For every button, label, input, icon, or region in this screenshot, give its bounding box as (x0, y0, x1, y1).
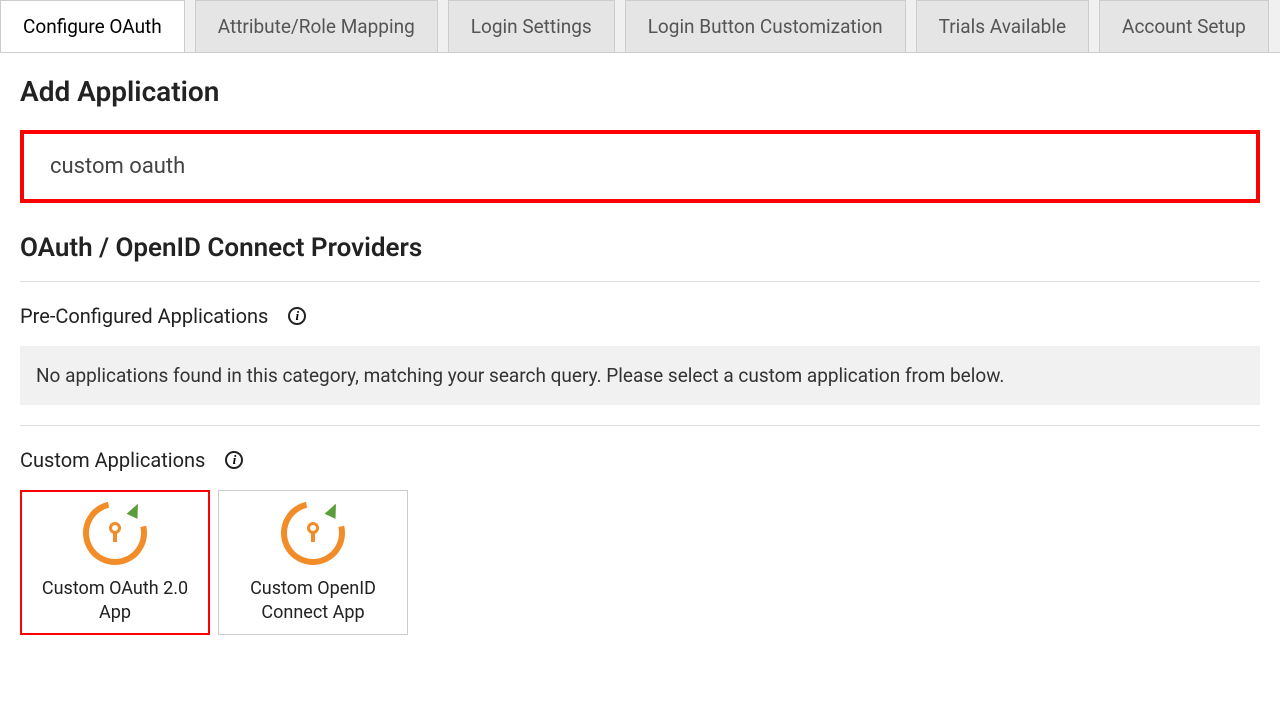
empty-message: No applications found in this category, … (20, 346, 1260, 405)
custom-apps-grid: Custom OAuth 2.0 App Custom OpenID Conne… (20, 490, 1260, 635)
tab-login-button-customization[interactable]: Login Button Customization (625, 0, 906, 52)
providers-heading: OAuth / OpenID Connect Providers (20, 233, 1260, 263)
tab-attribute-role-mapping[interactable]: Attribute/Role Mapping (195, 0, 438, 52)
tab-trials-available[interactable]: Trials Available (916, 0, 1089, 52)
oauth-icon (83, 501, 147, 565)
tab-login-settings[interactable]: Login Settings (448, 0, 615, 52)
tab-account-setup[interactable]: Account Setup (1099, 0, 1269, 52)
content-area: Add Application OAuth / OpenID Connect P… (0, 53, 1280, 657)
preconfigured-heading: Pre-Configured Applications (20, 304, 268, 328)
info-icon[interactable]: i (225, 451, 243, 469)
custom-section-header: Custom Applications i (20, 448, 1260, 472)
page-title: Add Application (20, 75, 1260, 108)
tabs-nav: Configure OAuth Attribute/Role Mapping L… (0, 0, 1280, 53)
oauth-icon (281, 501, 345, 565)
preconfigured-section-header: Pre-Configured Applications i (20, 304, 1260, 328)
card-label: Custom OpenID Connect App (219, 577, 407, 624)
card-label: Custom OAuth 2.0 App (22, 577, 208, 624)
search-input[interactable] (20, 130, 1260, 203)
card-custom-oauth-app[interactable]: Custom OAuth 2.0 App (20, 490, 210, 635)
tab-configure-oauth[interactable]: Configure OAuth (0, 0, 185, 53)
card-custom-openid-app[interactable]: Custom OpenID Connect App (218, 490, 408, 635)
info-icon[interactable]: i (288, 307, 306, 325)
custom-heading: Custom Applications (20, 448, 205, 472)
divider (20, 281, 1260, 282)
divider (20, 425, 1260, 426)
